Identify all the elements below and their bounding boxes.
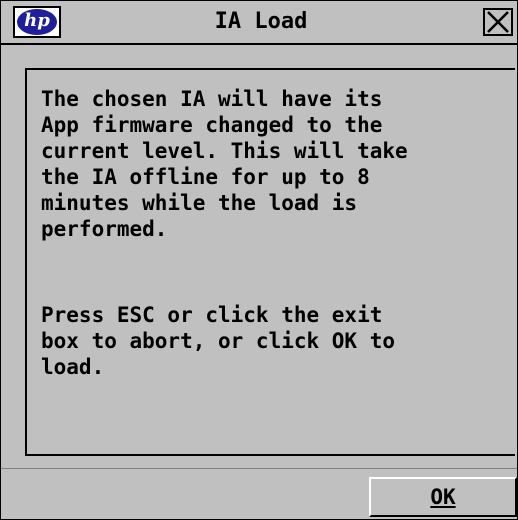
title-bar[interactable]: hp IA Load bbox=[1, 1, 517, 45]
hp-logo: hp bbox=[13, 6, 61, 38]
dialog-title: IA Load bbox=[214, 9, 308, 34]
message-paragraph-1: The chosen IA will have its App firmware… bbox=[41, 87, 408, 241]
close-x-icon bbox=[487, 11, 509, 33]
hp-logo-text: hp bbox=[17, 9, 57, 35]
close-button[interactable] bbox=[483, 8, 513, 36]
ia-load-dialog: hp IA Load The chosen IA will have its A… bbox=[0, 0, 518, 520]
message-paragraph-2: Press ESC or click the exit box to abort… bbox=[41, 303, 396, 379]
ok-button-label: OK bbox=[430, 485, 456, 509]
footer-divider bbox=[1, 468, 517, 469]
ok-button[interactable]: OK bbox=[369, 477, 517, 517]
message-panel: The chosen IA will have its App firmware… bbox=[25, 68, 515, 456]
